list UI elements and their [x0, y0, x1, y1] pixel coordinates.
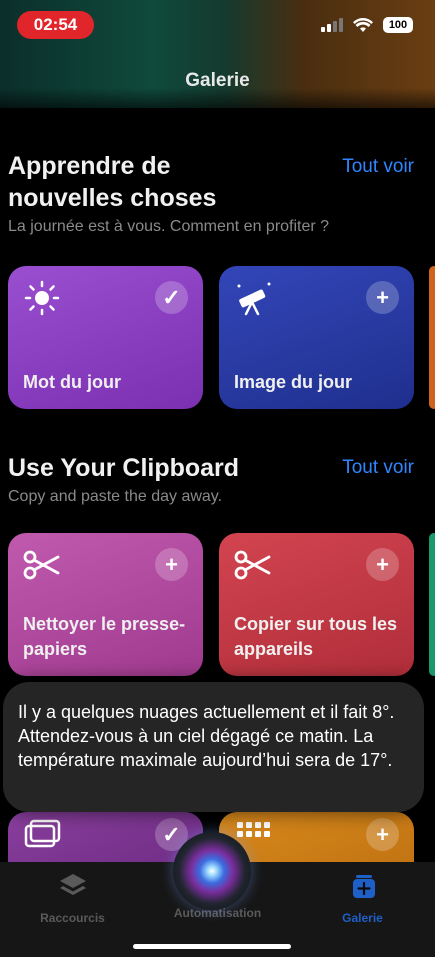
- shortcut-card-word-of-day[interactable]: ✓ Mot du jour: [8, 266, 203, 409]
- see-all-link[interactable]: Tout voir: [342, 156, 414, 178]
- section-learn: Apprendre de nouvelles choses Tout voir …: [8, 150, 428, 236]
- status-icons: 100: [321, 17, 413, 33]
- sun-icon: [24, 280, 60, 316]
- page-title: Galerie: [185, 70, 250, 91]
- checkmark-button[interactable]: ✓: [155, 281, 188, 314]
- telescope-icon: [237, 282, 271, 316]
- shortcut-card-clear-clipboard[interactable]: + Nettoyer le presse-papiers: [8, 533, 203, 676]
- status-time[interactable]: 02:54: [17, 11, 94, 39]
- scissors-icon: [23, 550, 60, 580]
- next-card-peek[interactable]: [429, 533, 435, 676]
- tab-galerie[interactable]: Galerie: [290, 862, 435, 925]
- tab-raccourcis[interactable]: Raccourcis: [0, 862, 145, 925]
- shortcut-card-image-of-day[interactable]: + Image du jour: [219, 266, 414, 409]
- shortcut-card-copy-all-devices[interactable]: + Copier sur tous les appareils: [219, 533, 414, 676]
- add-button[interactable]: +: [155, 548, 188, 581]
- photos-icon: [24, 819, 61, 848]
- tab-label: Raccourcis: [40, 911, 105, 925]
- next-card-peek[interactable]: [429, 266, 435, 409]
- layers-icon: [59, 874, 86, 895]
- wifi-icon: [353, 17, 373, 32]
- section-title: Apprendre de nouvelles choses: [8, 152, 217, 212]
- siri-response-panel: Il y a quelques nuages actuellement et i…: [3, 682, 424, 812]
- add-button[interactable]: +: [366, 818, 399, 851]
- gallery-icon: [352, 875, 375, 898]
- battery-indicator: 100: [383, 17, 413, 33]
- cellular-signal-icon: [321, 18, 343, 32]
- status-bar: 02:54 100: [0, 0, 435, 60]
- card-label: Mot du jour: [23, 372, 121, 392]
- tab-label: Galerie: [342, 911, 383, 925]
- siri-orb[interactable]: [173, 832, 251, 910]
- section-subtitle: Copy and paste the day away.: [8, 488, 223, 505]
- card-label: Nettoyer le presse-papiers: [23, 614, 186, 659]
- see-all-link[interactable]: Tout voir: [342, 457, 414, 479]
- add-button[interactable]: +: [366, 281, 399, 314]
- card-label: Copier sur tous les appareils: [234, 614, 398, 659]
- section-subtitle: La journée est à vous. Comment en profit…: [8, 218, 330, 235]
- home-indicator[interactable]: [133, 944, 291, 949]
- section-clipboard: Use Your Clipboard Tout voir Copy and pa…: [8, 452, 428, 506]
- add-button[interactable]: +: [366, 548, 399, 581]
- card-label: Image du jour: [234, 372, 353, 392]
- siri-response-text: Il y a quelques nuages actuellement et i…: [18, 702, 395, 770]
- scissors-icon: [234, 550, 271, 580]
